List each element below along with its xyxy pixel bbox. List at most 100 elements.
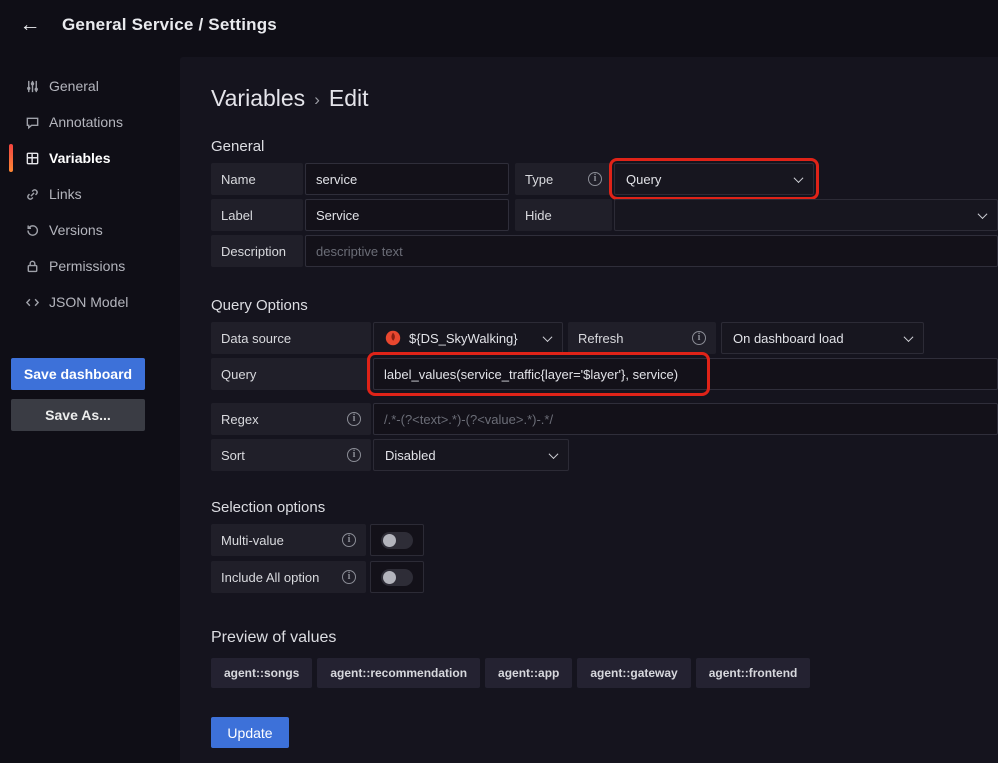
breadcrumb-variables[interactable]: Variables bbox=[211, 85, 305, 112]
sidebar-item-json-model[interactable]: JSON Model bbox=[0, 284, 180, 320]
include-all-label: Include All option bbox=[221, 570, 319, 585]
sidebar-item-label: Variables bbox=[49, 150, 111, 166]
regex-label-cell: Regex bbox=[211, 403, 371, 435]
switch-knob bbox=[383, 571, 396, 584]
info-icon[interactable] bbox=[347, 448, 361, 462]
type-label-cell: Type bbox=[515, 163, 612, 195]
back-button[interactable]: ← bbox=[14, 9, 46, 41]
preview-value-chip: agent::recommendation bbox=[317, 658, 480, 688]
sort-label: Sort bbox=[221, 448, 245, 463]
general-heading: General bbox=[211, 138, 998, 155]
hide-select[interactable] bbox=[614, 199, 998, 231]
sidebar-item-annotations[interactable]: Annotations bbox=[0, 104, 180, 140]
include-all-label-cell: Include All option bbox=[211, 561, 366, 593]
type-label: Type bbox=[525, 172, 553, 187]
selection-options-heading: Selection options bbox=[211, 499, 998, 516]
info-icon[interactable] bbox=[588, 172, 602, 186]
preview-heading: Preview of values bbox=[211, 629, 998, 647]
preview-section: Preview of values agent::songs agent::re… bbox=[211, 629, 998, 688]
sort-select-value: Disabled bbox=[385, 448, 542, 463]
refresh-label: Refresh bbox=[578, 331, 624, 346]
query-label: Query bbox=[211, 358, 371, 390]
sidebar-item-label: Permissions bbox=[49, 258, 125, 274]
info-icon[interactable] bbox=[692, 331, 706, 345]
sidebar-item-general[interactable]: General bbox=[0, 68, 180, 104]
switch-track bbox=[381, 569, 413, 586]
refresh-select-value: On dashboard load bbox=[733, 331, 897, 346]
grid-icon bbox=[24, 150, 40, 166]
sort-row: Sort Disabled bbox=[211, 439, 998, 471]
label-label: Label bbox=[211, 199, 303, 231]
include-all-toggle[interactable] bbox=[370, 561, 424, 593]
link-icon bbox=[24, 186, 40, 202]
description-row: Description bbox=[211, 235, 998, 267]
datasource-label: Data source bbox=[211, 322, 371, 354]
description-label: Description bbox=[211, 235, 303, 267]
label-hide-row: Label Hide bbox=[211, 199, 998, 231]
name-label: Name bbox=[211, 163, 303, 195]
preview-value-chip: agent::songs bbox=[211, 658, 312, 688]
chevron-down-icon bbox=[543, 332, 553, 342]
comment-icon bbox=[24, 114, 40, 130]
back-arrow-icon: ← bbox=[20, 13, 41, 37]
type-select[interactable]: Query bbox=[614, 163, 814, 195]
update-button[interactable]: Update bbox=[211, 717, 289, 748]
chevron-down-icon bbox=[549, 449, 559, 459]
sidebar-item-label: Versions bbox=[49, 222, 103, 238]
chevron-down-icon bbox=[978, 209, 988, 219]
sidebar-item-versions[interactable]: Versions bbox=[0, 212, 180, 248]
sidebar-item-links[interactable]: Links bbox=[0, 176, 180, 212]
datasource-refresh-row: Data source ${DS_SkyWalking} Refresh bbox=[211, 322, 998, 354]
description-input[interactable] bbox=[305, 235, 998, 267]
info-icon[interactable] bbox=[342, 533, 356, 547]
chevron-down-icon bbox=[794, 173, 804, 183]
chevron-down-icon bbox=[904, 332, 914, 342]
datasource-select-value: ${DS_SkyWalking} bbox=[409, 331, 536, 346]
lock-icon bbox=[24, 258, 40, 274]
sidebar-item-permissions[interactable]: Permissions bbox=[0, 248, 180, 284]
sort-label-cell: Sort bbox=[211, 439, 371, 471]
refresh-label-cell: Refresh bbox=[568, 322, 716, 354]
app-root: ← General Service / Settings General bbox=[0, 0, 998, 763]
preview-value-chip: agent::frontend bbox=[696, 658, 811, 688]
preview-value-chip: agent::gateway bbox=[577, 658, 690, 688]
sliders-icon bbox=[24, 78, 40, 94]
sidebar-item-label: General bbox=[49, 78, 99, 94]
type-select-value: Query bbox=[626, 172, 787, 187]
info-icon[interactable] bbox=[342, 570, 356, 584]
switch-knob bbox=[383, 534, 396, 547]
regex-label: Regex bbox=[221, 412, 259, 427]
refresh-select[interactable]: On dashboard load bbox=[721, 322, 924, 354]
query-options-heading: Query Options bbox=[211, 297, 998, 314]
page-title: General Service / Settings bbox=[62, 15, 277, 35]
query-row: Query bbox=[211, 358, 998, 390]
sidebar-item-label: JSON Model bbox=[49, 294, 128, 310]
regex-row: Regex bbox=[211, 403, 998, 435]
query-input[interactable] bbox=[373, 358, 998, 390]
multi-value-row: Multi-value bbox=[211, 524, 998, 556]
info-icon[interactable] bbox=[347, 412, 361, 426]
multi-value-label-cell: Multi-value bbox=[211, 524, 366, 556]
settings-sidebar: General Annotations Variables bbox=[0, 50, 180, 763]
label-input[interactable] bbox=[305, 199, 509, 231]
code-icon bbox=[24, 294, 40, 310]
variables-edit-panel: Variables › Edit General Name Type Query bbox=[180, 57, 998, 763]
regex-input[interactable] bbox=[373, 403, 998, 435]
sidebar-item-variables[interactable]: Variables bbox=[0, 140, 180, 176]
hide-label: Hide bbox=[515, 199, 612, 231]
save-as-button[interactable]: Save As... bbox=[11, 399, 145, 431]
name-input[interactable] bbox=[305, 163, 509, 195]
skywalking-datasource-icon bbox=[385, 330, 401, 346]
query-options-section: Query Options Data source ${DS_SkyWalkin… bbox=[211, 297, 998, 471]
selection-options-section: Selection options Multi-value Include bbox=[211, 499, 998, 593]
multi-value-toggle[interactable] bbox=[370, 524, 424, 556]
breadcrumb: Variables › Edit bbox=[211, 85, 998, 112]
settings-header: ← General Service / Settings bbox=[0, 0, 998, 50]
sidebar-item-label: Annotations bbox=[49, 114, 123, 130]
sort-select[interactable]: Disabled bbox=[373, 439, 569, 471]
datasource-select[interactable]: ${DS_SkyWalking} bbox=[373, 322, 563, 354]
save-dashboard-button[interactable]: Save dashboard bbox=[11, 358, 145, 390]
multi-value-label: Multi-value bbox=[221, 533, 284, 548]
preview-values-list: agent::songs agent::recommendation agent… bbox=[211, 658, 998, 688]
sidebar-item-label: Links bbox=[49, 186, 82, 202]
